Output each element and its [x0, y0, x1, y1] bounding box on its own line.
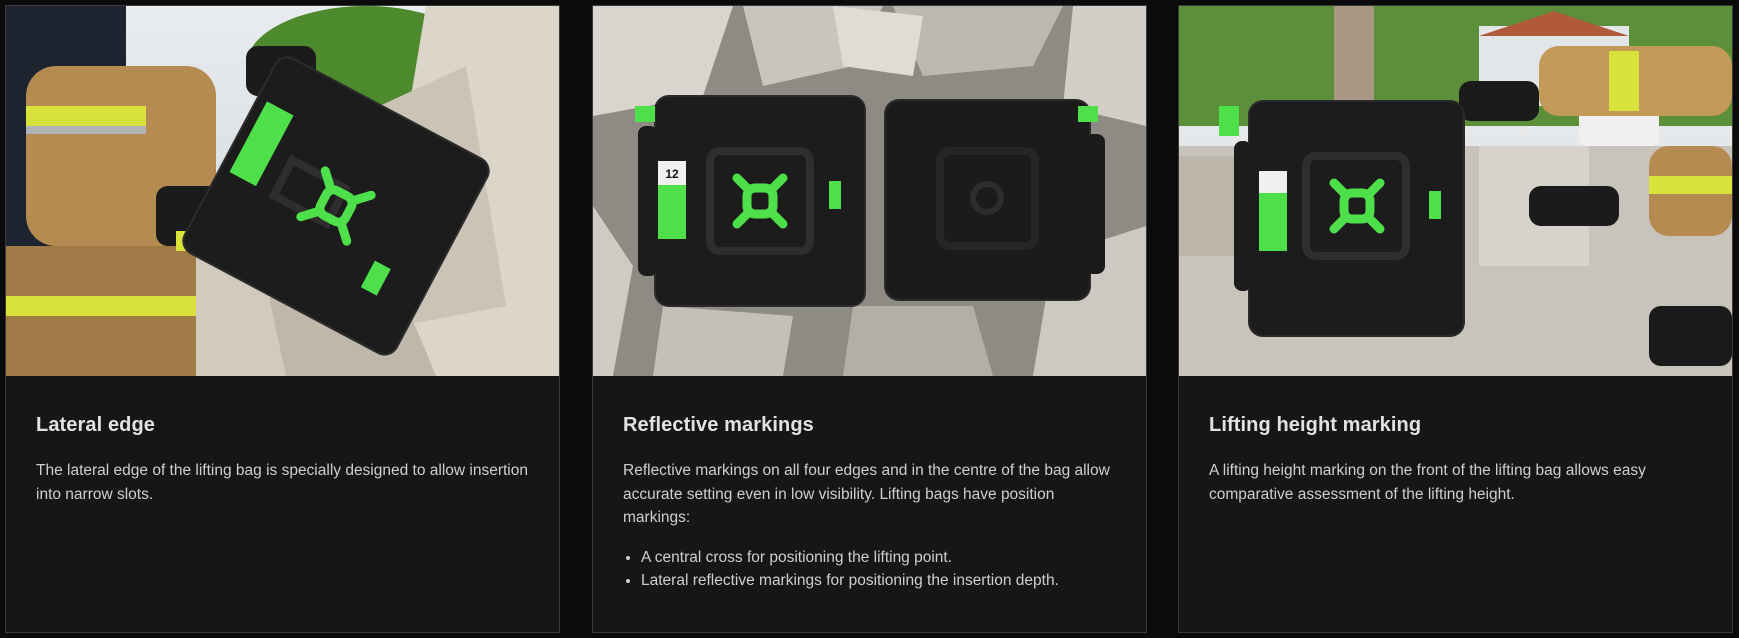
feature-card-lifting-height-marking: Lifting height marking A lifting height …: [1178, 5, 1733, 633]
card-photo: [6, 6, 559, 376]
card-description: A lifting height marking on the front of…: [1209, 462, 1646, 503]
card-body: Lifting height marking A lifting height …: [1179, 376, 1732, 506]
lifting-height-photo: [1179, 6, 1732, 376]
list-item: A central cross for positioning the lift…: [641, 546, 1116, 570]
card-title: Lifting height marking: [1209, 414, 1422, 436]
reflective-markings-photo: 12: [593, 6, 1146, 376]
position-markings-list: A central cross for positioning the lift…: [623, 546, 1116, 593]
card-title: Lateral edge: [36, 414, 156, 436]
card-body: Lateral edge The lateral edge of the lif…: [6, 376, 559, 506]
card-photo: 12: [593, 6, 1146, 376]
feature-cards-row: Lateral edge The lateral edge of the lif…: [0, 0, 1739, 638]
card-body: Reflective markings Reflective markings …: [593, 376, 1146, 593]
card-description: Reflective markings on all four edges an…: [623, 462, 1110, 526]
feature-card-reflective-markings: 12 Reflective markings Reflective markin…: [592, 5, 1147, 633]
lateral-edge-photo: [6, 6, 559, 376]
card-description: The lateral edge of the lifting bag is s…: [36, 462, 528, 503]
feature-card-lateral-edge: Lateral edge The lateral edge of the lif…: [5, 5, 560, 633]
card-title: Reflective markings: [623, 414, 814, 436]
list-item: Lateral reflective markings for position…: [641, 569, 1116, 593]
card-photo: [1179, 6, 1732, 376]
bag-label: 12: [665, 167, 679, 181]
